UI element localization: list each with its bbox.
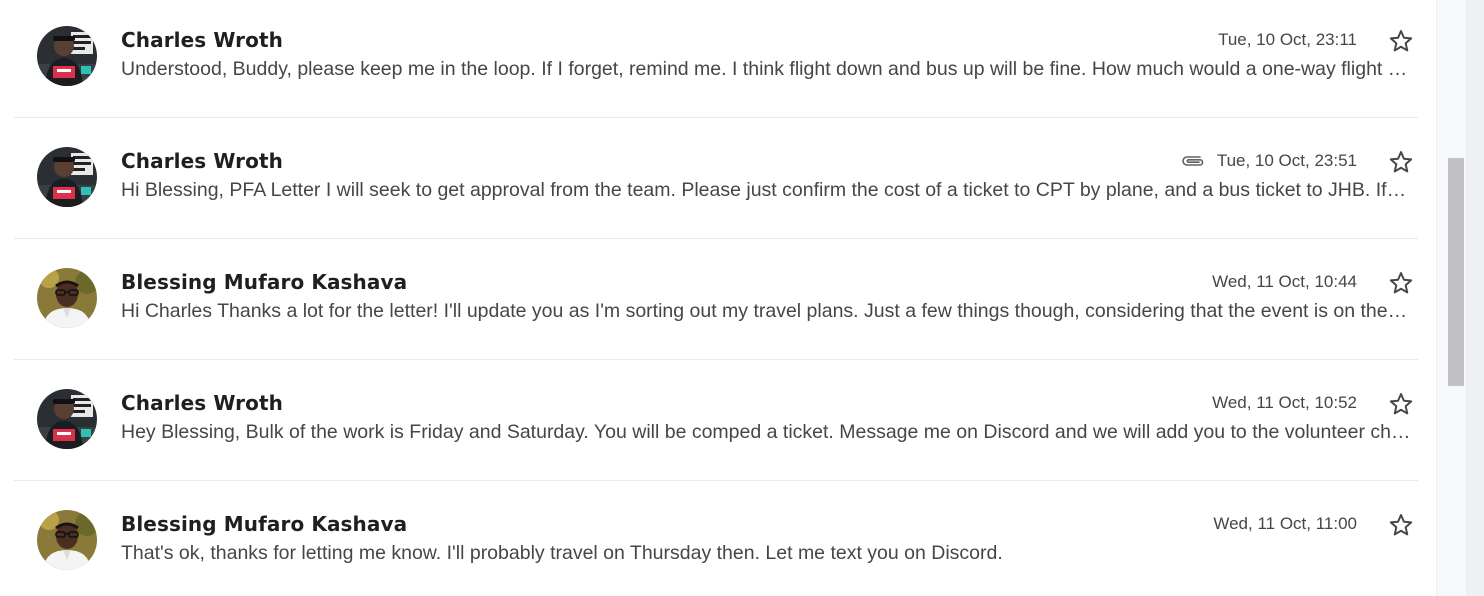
message-list: Charles Wroth Tue, 10 Oct, 23:11 Underst…	[0, 0, 1437, 596]
message-item[interactable]: Charles Wroth Tue, 10 Oct, 23:51 Hi Bles…	[14, 118, 1418, 239]
avatar[interactable]	[37, 268, 97, 328]
message-snippet: Hi Blessing, PFA Letter I will seek to g…	[121, 179, 1411, 201]
sender-name: Charles Wroth	[121, 28, 283, 52]
message-date: Tue, 10 Oct, 23:51	[1216, 151, 1357, 170]
message-snippet: That's ok, thanks for letting me know. I…	[121, 542, 1003, 564]
message-snippet: Hey Blessing, Bulk of the work is Friday…	[121, 421, 1411, 443]
message-date: Wed, 11 Oct, 10:44	[1212, 272, 1357, 291]
sender-name: Charles Wroth	[121, 149, 283, 173]
message-item[interactable]: Charles Wroth Wed, 11 Oct, 10:52 Hey Ble…	[14, 360, 1418, 481]
star-icon[interactable]	[1388, 149, 1414, 175]
avatar[interactable]	[37, 510, 97, 570]
side-panel-edge	[1466, 0, 1484, 596]
avatar[interactable]	[37, 26, 97, 86]
message-snippet: Understood, Buddy, please keep me in the…	[121, 58, 1411, 80]
avatar[interactable]	[37, 147, 97, 207]
message-date: Wed, 11 Oct, 11:00	[1213, 514, 1357, 533]
message-date: Tue, 10 Oct, 23:11	[1218, 30, 1357, 49]
star-icon[interactable]	[1388, 270, 1414, 296]
star-icon[interactable]	[1388, 391, 1414, 417]
star-icon[interactable]	[1388, 512, 1414, 538]
paperclip-icon	[1182, 156, 1204, 166]
sender-name: Charles Wroth	[121, 391, 283, 415]
email-thread-view: Charles Wroth Tue, 10 Oct, 23:11 Underst…	[0, 0, 1484, 596]
sender-name: Blessing Mufaro Kashava	[121, 270, 408, 294]
message-snippet: Hi Charles Thanks a lot for the letter! …	[121, 300, 1411, 322]
message-date: Wed, 11 Oct, 10:52	[1212, 393, 1357, 412]
message-item[interactable]: Charles Wroth Tue, 10 Oct, 23:11 Underst…	[14, 0, 1418, 118]
scrollbar-thumb[interactable]	[1448, 158, 1464, 386]
message-item[interactable]: Blessing Mufaro Kashava Wed, 11 Oct, 11:…	[14, 481, 1418, 596]
sender-name: Blessing Mufaro Kashava	[121, 512, 408, 536]
message-item[interactable]: Blessing Mufaro Kashava Wed, 11 Oct, 10:…	[14, 239, 1418, 360]
star-icon[interactable]	[1388, 28, 1414, 54]
avatar[interactable]	[37, 389, 97, 449]
